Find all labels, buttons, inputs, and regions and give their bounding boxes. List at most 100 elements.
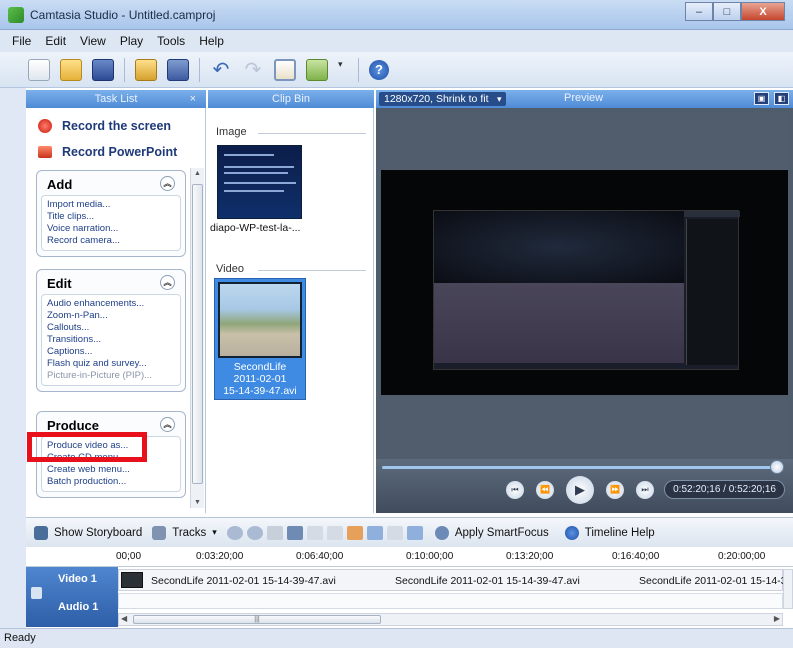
split-icon[interactable] xyxy=(286,525,303,540)
playback-scrubber[interactable] xyxy=(382,466,774,469)
collapse-icon[interactable]: ︽ xyxy=(160,417,175,432)
show-storyboard-label: Show Storyboard xyxy=(54,526,143,539)
clipbin-header: Clip Bin xyxy=(208,90,374,108)
audio-track[interactable] xyxy=(118,593,783,609)
video-track[interactable]: SecondLife 2011-02-01 15-14-39-47.avi Se… xyxy=(118,569,787,591)
undo-icon[interactable]: ↶ xyxy=(210,59,232,81)
timeline-clip[interactable]: SecondLife 2011-02-01 15-14-3 xyxy=(639,575,787,587)
help-icon[interactable]: ? xyxy=(369,59,389,80)
ruler-tick: 0:16:40;00 xyxy=(612,551,660,562)
scroll-right-icon[interactable]: ▶ xyxy=(774,614,780,623)
scroll-up-icon[interactable]: ▲ xyxy=(191,170,204,177)
preview-panel: 1280x720, Shrink to fit Preview ▣ ◧ ⏮ ⏪ … xyxy=(376,90,793,513)
marker-icon[interactable] xyxy=(406,525,423,540)
redo-icon[interactable]: ↷ xyxy=(242,59,264,81)
menu-file[interactable]: File xyxy=(12,34,31,48)
callout-icon[interactable] xyxy=(386,525,403,540)
video-track-label: Video 1 xyxy=(58,573,97,585)
record-camera-link[interactable]: Record camera... xyxy=(47,235,175,247)
scrollbar-thumb[interactable]: ||| xyxy=(133,615,381,624)
apply-smartfocus-button[interactable]: Apply SmartFocus xyxy=(434,525,549,540)
rewind-icon[interactable]: ⏪ xyxy=(536,481,554,499)
tracks-button[interactable]: Tracks ▾ xyxy=(152,525,217,540)
title-clips-link[interactable]: Title clips... xyxy=(47,211,175,223)
image-thumbnail[interactable] xyxy=(217,145,302,219)
cut-icon[interactable] xyxy=(266,525,283,540)
task-list-icon[interactable] xyxy=(274,58,296,81)
menu-play[interactable]: Play xyxy=(120,34,143,48)
menu-edit[interactable]: Edit xyxy=(45,34,66,48)
scroll-down-icon[interactable]: ▼ xyxy=(191,499,204,506)
thumb-text-line xyxy=(224,172,288,174)
audio-enhance-icon[interactable] xyxy=(346,525,363,540)
preview-title: Preview xyxy=(564,92,604,104)
highlight-annotation xyxy=(27,432,147,462)
menu-help[interactable]: Help xyxy=(199,34,224,48)
save-as-icon[interactable] xyxy=(167,58,189,81)
zoom-in-icon[interactable] xyxy=(226,525,243,540)
play-icon[interactable]: ▶ xyxy=(566,476,594,504)
camtasia-app-icon xyxy=(8,7,24,23)
new-icon[interactable] xyxy=(28,58,50,81)
tasklist-scrollbar[interactable]: ▲ ▼ xyxy=(190,168,204,508)
scrubber-handle[interactable] xyxy=(770,460,784,474)
close-button[interactable]: X xyxy=(741,2,785,21)
skip-start-icon[interactable]: ⏮ xyxy=(506,481,524,499)
voice-narration-link[interactable]: Voice narration... xyxy=(47,223,175,235)
zoom-pan-icon[interactable] xyxy=(366,525,383,540)
storyboard-icon xyxy=(34,525,48,540)
close-icon[interactable]: × xyxy=(190,90,196,108)
audio-enhancements-link[interactable]: Audio enhancements... xyxy=(47,298,175,310)
captions-link[interactable]: Captions... xyxy=(47,346,175,358)
menu-view[interactable]: View xyxy=(80,34,106,48)
timeline-help-button[interactable]: Timeline Help xyxy=(564,525,655,540)
open-icon[interactable] xyxy=(60,58,82,81)
library-icon[interactable] xyxy=(306,58,328,81)
scroll-left-icon[interactable]: ◀ xyxy=(121,614,127,623)
video-frame xyxy=(433,210,740,370)
lock-icon[interactable] xyxy=(31,587,42,599)
batch-production-link[interactable]: Batch production... xyxy=(47,476,175,488)
callouts-link[interactable]: Callouts... xyxy=(47,322,175,334)
chevron-down-icon[interactable]: ▾ xyxy=(212,527,217,538)
transitions-link[interactable]: Transitions... xyxy=(47,334,175,346)
ruler-tick: 0:20:00;00 xyxy=(718,551,766,562)
menu-tools[interactable]: Tools xyxy=(157,34,185,48)
help-icon xyxy=(564,525,579,540)
record-screen-link[interactable]: Record the screen xyxy=(26,114,205,138)
record-screen-label: Record the screen xyxy=(62,119,172,133)
video-clip-item[interactable]: SecondLife 2011-02-01 15-14-39-47.avi xyxy=(214,278,306,400)
maximize-button[interactable]: □ xyxy=(713,2,741,21)
skip-end-icon[interactable]: ⏭ xyxy=(636,481,654,499)
detach-icon[interactable]: ◧ xyxy=(774,92,789,105)
collapse-icon[interactable]: ︽ xyxy=(160,176,175,191)
video-thumbnail xyxy=(218,282,302,358)
timeline-clip[interactable]: SecondLife 2011-02-01 15-14-39-47.avi xyxy=(395,575,580,587)
timeline-ruler[interactable]: 00;00 0:03:20;00 0:06:40;00 0:10:00;00 0… xyxy=(26,547,793,567)
minimize-button[interactable]: – xyxy=(685,2,713,21)
zoom-out-icon[interactable] xyxy=(246,525,263,540)
tracks-vertical-scrollbar[interactable] xyxy=(783,569,793,609)
scrollbar-thumb[interactable] xyxy=(192,184,203,484)
import-icon[interactable] xyxy=(135,58,157,81)
preview-size-dropdown[interactable]: 1280x720, Shrink to fit xyxy=(379,92,507,106)
fullscreen-icon[interactable]: ▣ xyxy=(754,92,769,105)
toolbar-separator xyxy=(358,57,359,82)
chevron-down-icon[interactable]: ▾ xyxy=(338,59,346,81)
fast-forward-icon[interactable]: ⏩ xyxy=(606,481,624,499)
add-group-items: Import media... Title clips... Voice nar… xyxy=(41,195,181,251)
record-powerpoint-link[interactable]: Record PowerPoint xyxy=(26,140,205,164)
collapse-icon[interactable]: ︽ xyxy=(160,275,175,290)
timeline-horizontal-scrollbar[interactable]: ◀ ||| ▶ xyxy=(118,613,783,626)
save-icon[interactable] xyxy=(92,58,114,81)
show-storyboard-button[interactable]: Show Storyboard xyxy=(34,525,143,540)
flash-quiz-link[interactable]: Flash quiz and survey... xyxy=(47,358,175,370)
edit-group: Edit ︽ Audio enhancements... Zoom-n-Pan.… xyxy=(36,269,186,392)
frame-ground xyxy=(434,283,684,363)
clip-speed-icon[interactable] xyxy=(326,525,343,540)
import-media-link[interactable]: Import media... xyxy=(47,199,175,211)
zoom-n-pan-link[interactable]: Zoom-n-Pan... xyxy=(47,310,175,322)
create-web-menu-link[interactable]: Create web menu... xyxy=(47,464,175,476)
extend-frame-icon[interactable] xyxy=(306,525,323,540)
timeline-clip[interactable]: SecondLife 2011-02-01 15-14-39-47.avi xyxy=(151,575,336,587)
